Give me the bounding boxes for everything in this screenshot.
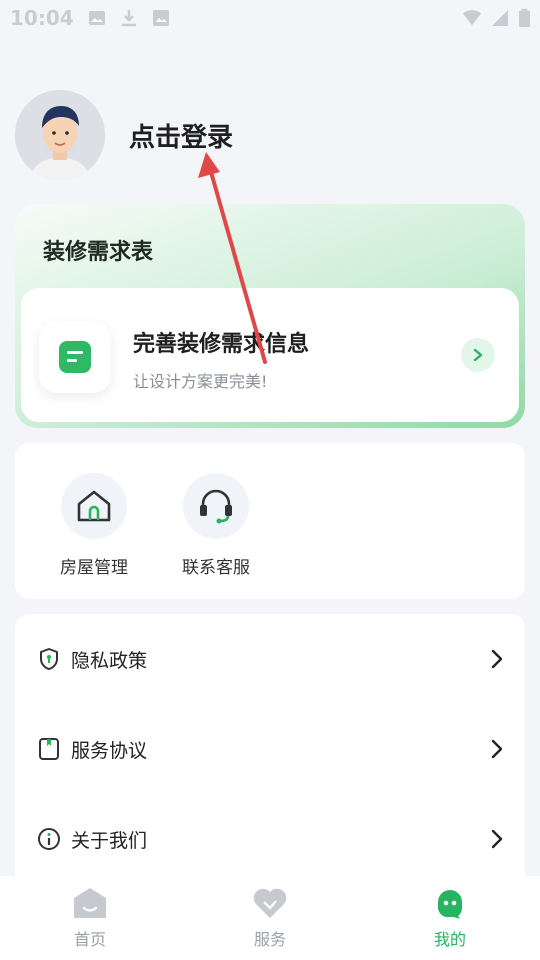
shortcut-label: 联系客服 <box>182 558 250 578</box>
tab-label: 首页 <box>73 930 106 949</box>
menu-item-label: 服务协议 <box>71 739 148 762</box>
chevron-right-icon <box>491 829 503 849</box>
tab-label: 我的 <box>433 930 466 949</box>
wifi-icon <box>463 10 481 26</box>
tab-service[interactable]: 服务 <box>180 876 360 960</box>
form-icon <box>59 341 91 373</box>
shield-icon <box>37 647 61 671</box>
menu-item-about-us[interactable]: 关于我们 <box>15 794 525 884</box>
tab-mine[interactable]: 我的 <box>360 876 540 960</box>
headset-icon-wrap <box>183 473 249 539</box>
menu-item-privacy-policy[interactable]: 隐私政策 <box>15 614 525 704</box>
profile-header[interactable]: 点击登录 <box>15 90 233 180</box>
bottom-tab-bar: 首页 服务 我的 <box>0 876 540 960</box>
home-icon <box>74 888 106 918</box>
status-time: 10:04 <box>10 6 74 30</box>
status-right-icons <box>463 8 530 28</box>
chevron-right-icon <box>473 348 483 362</box>
shortcut-house-management[interactable]: 房屋管理 <box>39 473 149 578</box>
login-link[interactable]: 点击登录 <box>129 117 233 154</box>
tab-label: 服务 <box>253 930 286 949</box>
demand-card: 装修需求表 完善装修需求信息 让设计方案更完美! <box>15 204 525 428</box>
image-notification-icon <box>88 11 105 25</box>
demand-chevron-button[interactable] <box>461 338 495 372</box>
status-left-icons <box>88 9 170 27</box>
battery-icon <box>519 8 530 28</box>
headset-icon <box>200 489 232 524</box>
document-icon <box>37 737 61 761</box>
chevron-right-icon <box>491 649 503 669</box>
menu-item-service-agreement[interactable]: 服务协议 <box>15 704 525 794</box>
house-icon-wrap <box>61 473 127 539</box>
menu-item-label: 隐私政策 <box>71 649 148 672</box>
avatar-illustration <box>15 90 105 180</box>
shortcut-label: 房屋管理 <box>60 558 128 578</box>
house-icon <box>77 490 111 522</box>
menu-item-label: 关于我们 <box>71 829 148 852</box>
signal-icon <box>492 10 508 26</box>
avatar[interactable] <box>15 90 105 180</box>
shortcut-card: 房屋管理 联系客服 <box>15 443 525 599</box>
settings-menu: 隐私政策 服务协议 关于我们 <box>15 614 525 884</box>
heart-icon <box>253 888 287 918</box>
demand-entry-subtitle: 让设计方案更完美! <box>133 372 268 391</box>
shortcut-contact-service[interactable]: 联系客服 <box>161 473 271 578</box>
info-icon <box>37 827 61 851</box>
form-icon-wrap <box>39 321 111 393</box>
demand-entry-title: 完善装修需求信息 <box>133 332 310 357</box>
mascot-icon <box>438 890 462 919</box>
demand-card-title: 装修需求表 <box>43 240 154 265</box>
status-bar: 10:04 <box>0 0 540 36</box>
download-icon <box>121 10 136 27</box>
demand-entry[interactable]: 完善装修需求信息 让设计方案更完美! <box>21 288 519 422</box>
photo-notification-icon <box>152 10 169 26</box>
tab-home[interactable]: 首页 <box>0 876 180 960</box>
chevron-right-icon <box>491 739 503 759</box>
